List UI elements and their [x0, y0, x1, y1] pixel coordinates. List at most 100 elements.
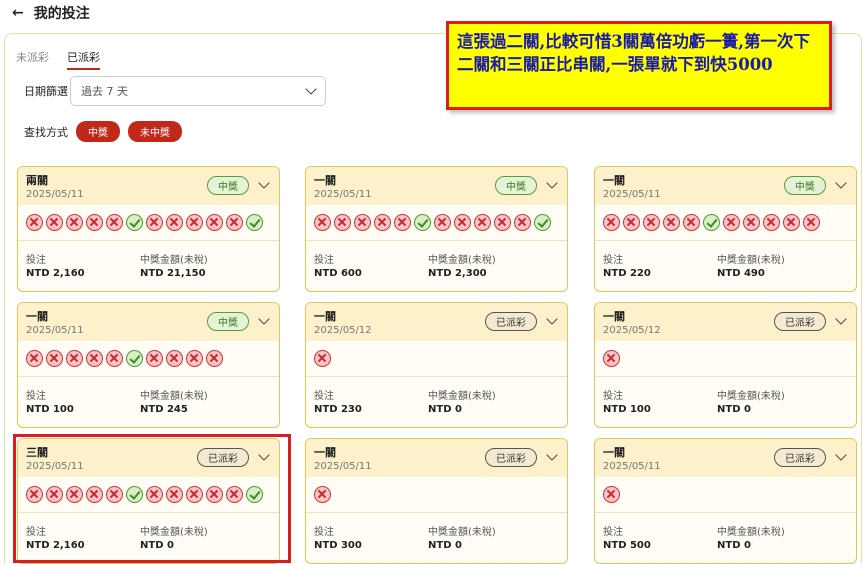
tab-bar: 未派彩 已派彩 [16, 49, 100, 70]
bet-amounts: 投注 NTD 220 中獎金額(未稅) NTD 490 [595, 241, 856, 279]
cross-circle-icon [314, 350, 331, 367]
back-arrow-icon[interactable]: ← [12, 5, 24, 21]
stake-label: 投注 [314, 527, 334, 538]
check-circle-icon [126, 350, 143, 367]
cross-circle-icon [314, 486, 331, 503]
cross-circle-icon [374, 214, 391, 231]
selection-results [18, 341, 279, 377]
cross-circle-icon [783, 214, 800, 231]
cross-circle-icon [186, 350, 203, 367]
filter-won-button[interactable]: 中獎 [76, 121, 120, 142]
cross-circle-icon [226, 214, 243, 231]
payout-value: NTD 245 [140, 404, 188, 415]
stake-label: 投注 [603, 391, 623, 402]
payout-label: 中獎金額(未稅) [717, 527, 785, 538]
selection-results [306, 205, 567, 241]
bet-card-header: 兩關 2025/05/11 中獎 [18, 167, 279, 205]
payout-value: NTD 2,300 [428, 268, 487, 279]
cross-circle-icon [86, 350, 103, 367]
bet-card-header: 一關 2025/05/11 中獎 [595, 167, 856, 205]
payout-value: NTD 0 [717, 404, 751, 415]
filter-lost-button[interactable]: 未中獎 [128, 121, 182, 142]
payout-label: 中獎金額(未稅) [428, 527, 496, 538]
bet-card[interactable]: 一關 2025/05/11 已派彩投注 NTD 300 中獎金額(未稅) NTD 0 [305, 438, 568, 564]
date-filter-label: 日期篩選 [24, 85, 68, 98]
bet-card[interactable]: 一關 2025/05/12 已派彩 投注 NTD 230 中獎金額(未稅) NTD 0 [305, 302, 568, 428]
cross-circle-icon [603, 350, 620, 367]
bet-card-header: 一關 2025/05/12 已派彩 [595, 303, 856, 341]
cross-circle-icon [743, 214, 760, 231]
cross-circle-icon [334, 214, 351, 231]
stake-value: NTD 500 [603, 540, 651, 551]
stake-label: 投注 [314, 255, 334, 266]
bet-card[interactable]: 一關 2025/05/11 中獎 投注 NTD 220 中獎金額(未稅) NTD 490 [594, 166, 857, 292]
stake-label: 投注 [26, 255, 46, 266]
status-badge: 中獎 [207, 176, 249, 195]
cross-circle-icon [186, 214, 203, 231]
stake-value: NTD 230 [314, 404, 362, 415]
tab-unsettled[interactable]: 未派彩 [16, 49, 49, 70]
date-filter: 日期篩選 過去 7 天 [24, 76, 326, 106]
annotation-note: 這張過二關,比較可惜3關萬倍功虧一簣,第一次下二關和三關正比串關,一張單就下到快… [446, 21, 832, 110]
cross-circle-icon [643, 214, 660, 231]
payout-label: 中獎金額(未稅) [717, 255, 785, 266]
date-filter-select[interactable]: 過去 7 天 [70, 76, 326, 106]
bet-amounts: 投注 NTD 100 中獎金額(未稅) NTD 0 [595, 377, 856, 415]
cross-circle-icon [46, 214, 63, 231]
payout-label: 中獎金額(未稅) [717, 391, 785, 402]
bet-amounts: 投注 NTD 300 中獎金額(未稅) NTD 0 [306, 513, 567, 551]
stake-value: NTD 2,160 [26, 268, 85, 279]
bet-card-header: 一關 2025/05/11 中獎 [306, 167, 567, 205]
cross-circle-icon [166, 350, 183, 367]
tab-settled[interactable]: 已派彩 [67, 49, 100, 70]
payout-label: 中獎金額(未稅) [140, 255, 208, 266]
bet-amounts: 投注 NTD 2,160 中獎金額(未稅) NTD 21,150 [18, 241, 279, 279]
bet-card[interactable]: 一關 2025/05/11 中獎 投注 NTD 100 中獎金額(未稅) NTD 245 [17, 302, 280, 428]
cross-circle-icon [166, 214, 183, 231]
payout-value: NTD 0 [717, 540, 751, 551]
bet-card[interactable]: 一關 2025/05/12 已派彩 投注 NTD 100 中獎金額(未稅) NTD 0 [594, 302, 857, 428]
bet-card[interactable]: 一關 2025/05/11 已派彩 投注 NTD 500 中獎金額(未稅) NTD 0 [594, 438, 857, 564]
status-badge: 已派彩 [485, 448, 537, 467]
cross-circle-icon [206, 214, 223, 231]
status-badge: 中獎 [207, 312, 249, 331]
cross-circle-icon [623, 214, 640, 231]
cross-circle-icon [66, 214, 83, 231]
cross-circle-icon [723, 214, 740, 231]
highlight-box [13, 434, 291, 563]
selection-results [306, 477, 567, 513]
search-method-label: 查找方式 [24, 125, 68, 139]
check-circle-icon [534, 214, 551, 231]
stake-label: 投注 [26, 391, 46, 402]
payout-value: NTD 21,150 [140, 268, 206, 279]
cross-circle-icon [146, 350, 163, 367]
chevron-down-icon [305, 83, 317, 95]
stake-label: 投注 [603, 255, 623, 266]
status-badge: 中獎 [784, 176, 826, 195]
cross-circle-icon [763, 214, 780, 231]
check-circle-icon [126, 214, 143, 231]
stake-value: NTD 600 [314, 268, 362, 279]
cross-circle-icon [454, 214, 471, 231]
bet-card-header: 一關 2025/05/11 已派彩 [306, 439, 567, 477]
bet-card[interactable]: 一關 2025/05/11 中獎 投注 NTD 600 中獎金額(未稅) NTD 2,300 [305, 166, 568, 292]
status-badge: 中獎 [495, 176, 537, 195]
cross-circle-icon [354, 214, 371, 231]
selection-results [18, 205, 279, 241]
bet-card[interactable]: 兩關 2025/05/11 中獎投注 NTD 2,160 中獎金額(未稅) NTD 21,… [17, 166, 280, 292]
cross-circle-icon [206, 350, 223, 367]
search-method: 查找方式 中獎 未中獎 [24, 121, 190, 142]
date-filter-value: 過去 7 天 [81, 85, 128, 98]
payout-value: NTD 0 [428, 540, 462, 551]
bet-card-header: 一關 2025/05/12 已派彩 [306, 303, 567, 341]
cross-circle-icon [314, 214, 331, 231]
stake-value: NTD 300 [314, 540, 362, 551]
selection-results [595, 477, 856, 513]
bet-card-header: 一關 2025/05/11 已派彩 [595, 439, 856, 477]
payout-label: 中獎金額(未稅) [140, 391, 208, 402]
payout-label: 中獎金額(未稅) [428, 391, 496, 402]
cross-circle-icon [803, 214, 820, 231]
cross-circle-icon [106, 214, 123, 231]
check-circle-icon [246, 214, 263, 231]
bet-amounts: 投注 NTD 100 中獎金額(未稅) NTD 245 [18, 377, 279, 415]
